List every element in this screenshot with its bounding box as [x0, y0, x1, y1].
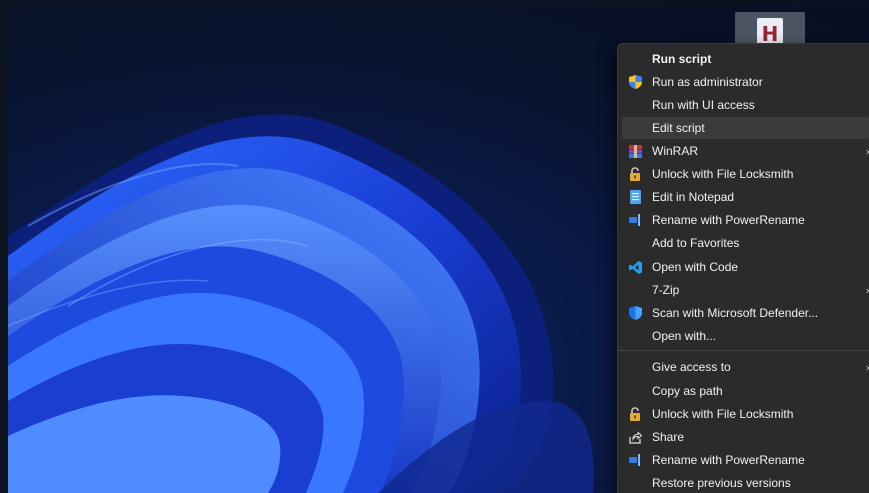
- menu-item-7-zip[interactable]: 7-Zip ›: [622, 279, 869, 301]
- menu-item-run-with-ui-access[interactable]: Run with UI access: [622, 94, 869, 116]
- powerrename-icon: [627, 212, 643, 228]
- chevron-right-icon: ›: [866, 361, 869, 374]
- shield-icon: [627, 74, 643, 90]
- menu-item-label: Open with Code: [652, 260, 739, 274]
- menu-item-winrar[interactable]: WinRAR ›: [622, 140, 869, 162]
- menu-item-rename-with-powerrename[interactable]: Rename with PowerRename: [622, 209, 869, 231]
- menu-item-open-with-code[interactable]: Open with Code: [622, 256, 869, 278]
- menu-item-rename-with-powerrename[interactable]: Rename with PowerRename: [622, 449, 869, 471]
- menu-item-label: Share: [652, 430, 685, 444]
- lock-icon: [627, 166, 643, 182]
- menu-item-label: Run as administrator: [652, 75, 763, 89]
- menu-item-label: Restore previous versions: [652, 476, 791, 490]
- menu-item-label: Copy as path: [652, 384, 723, 398]
- powerrename-icon: [627, 452, 643, 468]
- share-icon: [627, 429, 643, 445]
- chevron-right-icon: ›: [866, 284, 869, 297]
- menu-item-edit-in-notepad[interactable]: Edit in Notepad: [622, 186, 869, 208]
- menu-item-edit-script[interactable]: Edit script: [622, 117, 869, 139]
- menu-item-add-to-favorites[interactable]: Add to Favorites: [622, 232, 869, 254]
- notepad-icon: [627, 189, 643, 205]
- menu-item-label: Add to Favorites: [652, 236, 740, 250]
- menu-item-give-access-to[interactable]: Give access to ›: [622, 356, 869, 378]
- defender-icon: [627, 305, 643, 321]
- context-menu: Run script Run as administrator Run with U…: [617, 43, 869, 493]
- menu-item-label: Rename with PowerRename: [652, 213, 805, 227]
- menu-item-label: Give access to: [652, 360, 731, 374]
- menu-item-label: WinRAR: [652, 144, 699, 158]
- menu-item-run-script[interactable]: Run script: [622, 48, 869, 70]
- menu-item-label: Edit in Notepad: [652, 190, 735, 204]
- menu-item-scan-with-microsoft-defender[interactable]: Scan with Microsoft Defender...: [622, 302, 869, 324]
- menu-item-copy-as-path[interactable]: Copy as path: [622, 380, 869, 402]
- menu-separator: [618, 350, 869, 351]
- menu-item-share[interactable]: Share: [622, 426, 869, 448]
- menu-item-label: Unlock with File Locksmith: [652, 407, 794, 421]
- menu-item-label: Run with UI access: [652, 98, 755, 112]
- vscode-icon: [627, 259, 643, 275]
- menu-item-label: Rename with PowerRename: [652, 453, 805, 467]
- menu-item-label: Edit script: [652, 121, 705, 135]
- menu-item-run-as-administrator[interactable]: Run as administrator: [622, 71, 869, 93]
- menu-item-label: Unlock with File Locksmith: [652, 167, 794, 181]
- menu-item-label: Scan with Microsoft Defender...: [652, 306, 819, 320]
- menu-item-label: Run script: [652, 52, 712, 66]
- lock-icon: [627, 406, 643, 422]
- menu-item-label: Open with...: [652, 329, 717, 343]
- menu-item-open-with[interactable]: Open with...: [622, 325, 869, 347]
- menu-item-label: 7-Zip: [652, 283, 680, 297]
- menu-item-restore-previous-versions[interactable]: Restore previous versions: [622, 472, 869, 493]
- winrar-icon: [627, 143, 643, 159]
- menu-item-unlock-with-file-locksmith[interactable]: Unlock with File Locksmith: [622, 163, 869, 185]
- menu-item-unlock-with-file-locksmith[interactable]: Unlock with File Locksmith: [622, 403, 869, 425]
- chevron-right-icon: ›: [866, 145, 869, 158]
